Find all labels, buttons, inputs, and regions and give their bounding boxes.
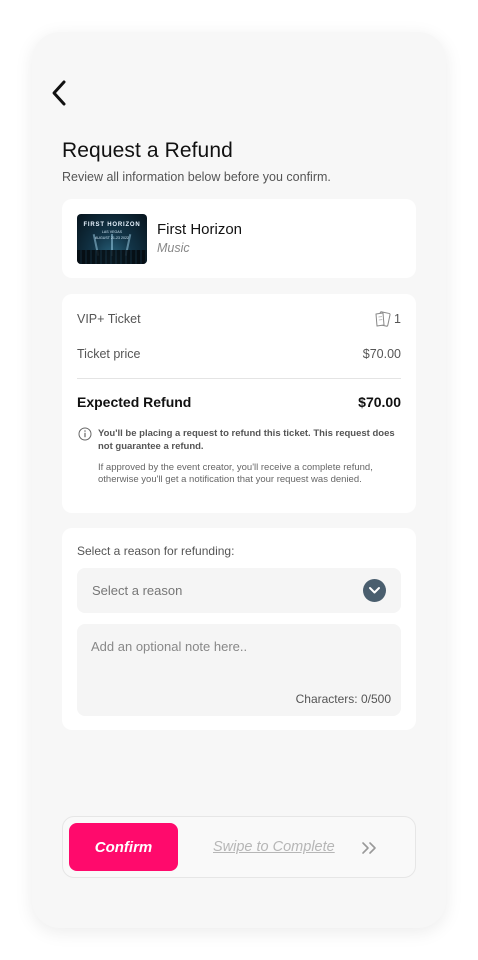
event-thumbnail: FIRST HORIZON LAS VEGAS AUGUST 21-23 202… — [77, 214, 147, 264]
confirm-button[interactable]: Confirm — [69, 823, 178, 871]
phone-screen: Request a Refund Review all information … — [32, 32, 446, 928]
expected-refund-value: $70.00 — [358, 394, 401, 410]
event-name: First Horizon — [157, 221, 243, 238]
chevron-down-icon[interactable] — [363, 579, 386, 602]
refund-warning-text: You'll be placing a request to refund th… — [98, 428, 395, 452]
divider — [77, 378, 401, 379]
reason-select[interactable]: Select a reason — [77, 568, 401, 613]
page-subtitle: Review all information below before you … — [62, 170, 331, 184]
character-count: Characters: 0/500 — [295, 692, 391, 706]
event-card[interactable]: FIRST HORIZON LAS VEGAS AUGUST 21-23 202… — [62, 199, 416, 278]
expected-refund-label: Expected Refund — [77, 394, 192, 410]
ticket-summary-card: VIP+ Ticket 1 Ticket price $70.00 Expect… — [62, 294, 416, 513]
page-title: Request a Refund — [62, 139, 233, 162]
refund-reason-card: Select a reason for refunding: Select a … — [62, 528, 416, 730]
reason-select-placeholder: Select a reason — [92, 583, 183, 598]
ticket-price-value: $70.00 — [362, 347, 401, 361]
double-chevron-right-icon — [362, 842, 376, 854]
event-category: Music — [157, 241, 190, 255]
swipe-to-complete-bar[interactable]: Confirm Swipe to Complete — [62, 816, 416, 878]
chevron-left-icon — [52, 80, 66, 106]
ticket-icon — [375, 311, 391, 327]
thumbnail-title: FIRST HORIZON — [83, 222, 141, 228]
thumbnail-line2: AUGUST 21-23 2022 — [94, 236, 130, 240]
ticket-quantity: 1 — [374, 311, 401, 327]
back-button[interactable] — [50, 78, 74, 108]
ticket-quantity-value: 1 — [394, 312, 401, 326]
thumbnail-line1: LAS VEGAS — [101, 230, 123, 234]
ticket-price-label: Ticket price — [77, 347, 141, 361]
reason-label: Select a reason for refunding: — [77, 544, 235, 558]
swipe-to-complete-label: Swipe to Complete — [213, 839, 335, 855]
info-icon — [78, 427, 92, 441]
refund-info-text: If approved by the event creator, you'll… — [98, 462, 373, 485]
ticket-type: VIP+ Ticket — [77, 312, 141, 326]
